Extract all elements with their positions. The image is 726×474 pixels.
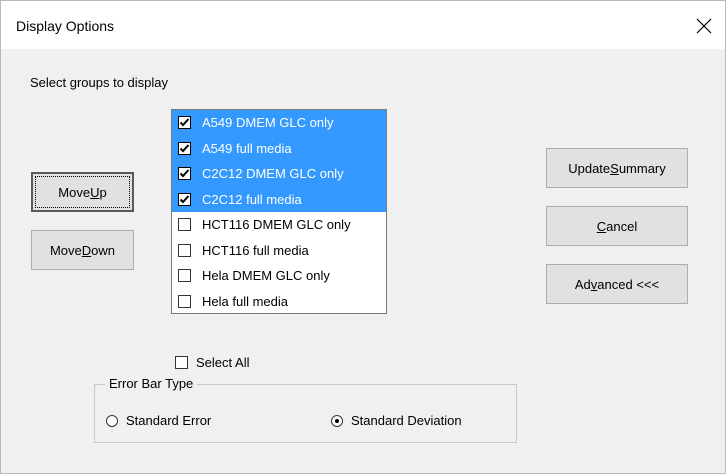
move-down-accel: D [81, 242, 92, 258]
advanced-label-pre: Ad [574, 276, 591, 292]
select-all-label: Select All [196, 355, 250, 370]
list-item-label: C2C12 full media [202, 191, 302, 207]
checkbox[interactable] [178, 167, 191, 181]
list-item[interactable]: A549 DMEM GLC only [172, 110, 386, 136]
move-down-label-post: own [91, 242, 116, 258]
radio-dot [335, 418, 339, 423]
checkbox[interactable] [178, 269, 191, 283]
list-item-label: Hela full media [202, 293, 288, 309]
update-summary-label-post: ummary [618, 160, 666, 176]
display-options-dialog: Display Options Select groups to display… [0, 0, 726, 474]
close-icon[interactable] [691, 13, 717, 39]
cancel-accel: C [596, 218, 607, 234]
list-item-label: A549 full media [202, 140, 292, 156]
update-summary-button[interactable]: Update Summary [546, 148, 688, 188]
standard-error-label: Standard Error [126, 413, 212, 428]
instructions-label: Select groups to display [30, 75, 169, 90]
groups-listbox[interactable]: A549 DMEM GLC only A549 full media C2C12 D… [171, 109, 387, 314]
standard-deviation-radio-button[interactable] [331, 414, 343, 427]
move-down-button[interactable]: Move Down [31, 230, 134, 270]
checkbox[interactable] [178, 218, 191, 232]
list-item[interactable]: C2C12 DMEM GLC only [172, 161, 386, 187]
select-all-checkbox[interactable]: Select All [175, 355, 249, 370]
select-all-box[interactable] [175, 356, 188, 369]
move-down-label-pre: Move [49, 242, 82, 258]
list-item-label: C2C12 DMEM GLC only [202, 166, 344, 182]
update-summary-label-pre: Update [568, 160, 611, 176]
standard-error-radio[interactable]: Standard Error [106, 413, 211, 428]
title-bar: Display Options [1, 1, 725, 49]
list-item-label: HCT116 full media [202, 242, 309, 258]
list-item-label: A549 DMEM GLC only [202, 115, 334, 131]
move-up-label-post: p [99, 184, 107, 200]
list-item[interactable]: A549 full media [172, 135, 386, 161]
list-item[interactable]: Hela DMEM GLC only [172, 263, 386, 289]
move-up-button[interactable]: Move Up [31, 172, 134, 212]
error-bar-legend: Error Bar Type [105, 376, 198, 391]
window-title: Display Options [16, 18, 115, 34]
list-item[interactable]: HCT116 full media [172, 238, 386, 264]
update-summary-accel: S [610, 160, 619, 176]
list-item-label: Hela DMEM GLC only [202, 268, 330, 284]
list-item-label: HCT116 DMEM GLC only [202, 217, 351, 233]
list-item[interactable]: C2C12 full media [172, 186, 386, 212]
cancel-label-post: ancel [606, 218, 638, 234]
advanced-label-post: anced <<< [597, 276, 660, 292]
checkbox[interactable] [178, 294, 191, 308]
cancel-button[interactable]: Cancel [546, 206, 688, 246]
standard-deviation-label: Standard Deviation [351, 413, 462, 428]
standard-error-radio-button[interactable] [106, 414, 118, 427]
checkbox[interactable] [178, 192, 191, 206]
move-up-accel: U [90, 184, 100, 200]
checkbox[interactable] [178, 141, 191, 155]
list-item[interactable]: HCT116 DMEM GLC only [172, 212, 386, 238]
move-up-label-pre: Move [58, 184, 91, 200]
standard-deviation-radio[interactable]: Standard Deviation [331, 413, 462, 428]
advanced-button[interactable]: Ad v anced <<< [546, 264, 688, 304]
checkbox[interactable] [178, 116, 191, 130]
checkbox[interactable] [178, 243, 191, 257]
list-item[interactable]: Hela full media [172, 289, 386, 315]
